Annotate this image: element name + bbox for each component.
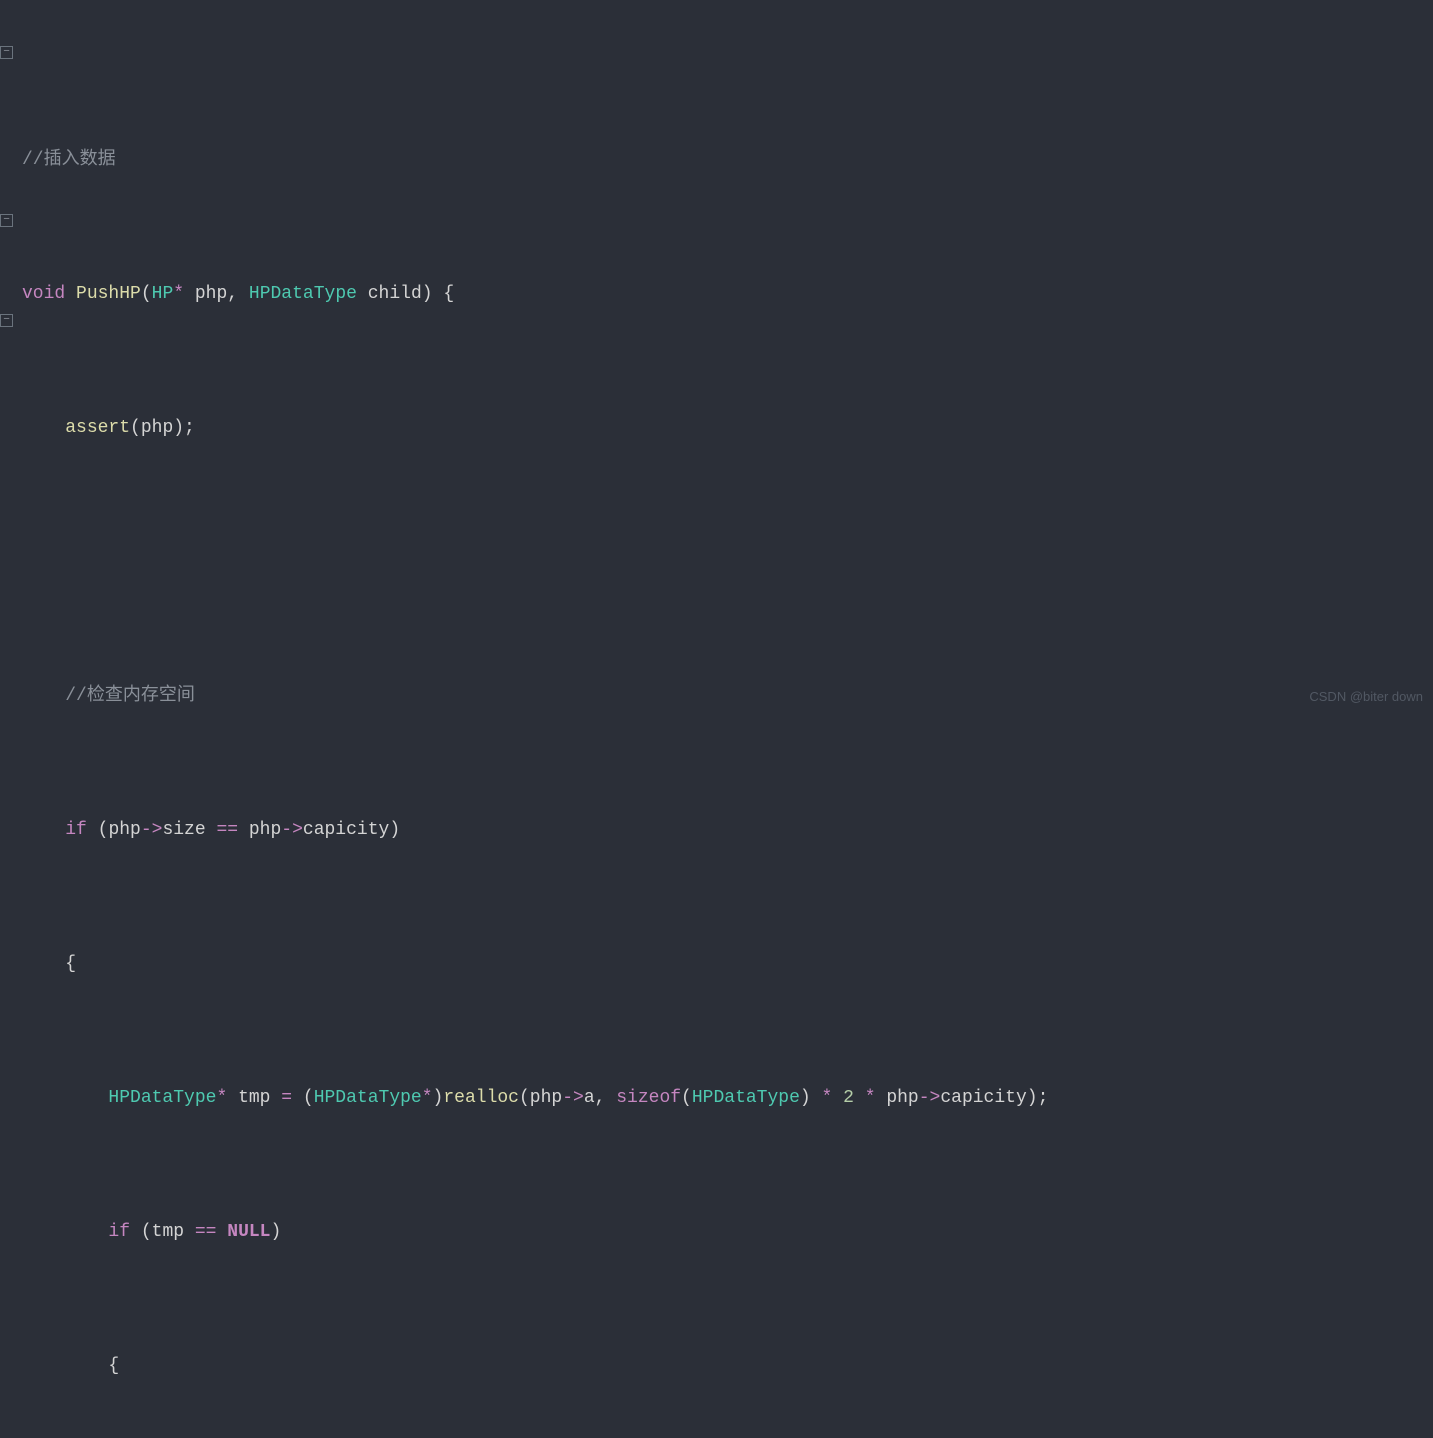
code-line: { xyxy=(0,948,1433,982)
code-line: void PushHP(HP* php, HPDataType child) { xyxy=(0,278,1433,312)
code-line: if (tmp == NULL) xyxy=(0,1216,1433,1250)
code-line: HPDataType* tmp = (HPDataType*)realloc(p… xyxy=(0,1082,1433,1116)
code-editor[interactable]: − − − //插入数据 void PushHP(HP* php, HPData… xyxy=(0,0,1433,1438)
code-line xyxy=(0,546,1433,580)
code-line: assert(php); xyxy=(0,412,1433,446)
code-line: //检查内存空间 xyxy=(0,680,1433,714)
fold-toggle-icon[interactable]: − xyxy=(0,314,13,327)
fold-toggle-icon[interactable]: − xyxy=(0,214,13,227)
code-line: { xyxy=(0,1350,1433,1384)
code-line: //插入数据 xyxy=(0,144,1433,178)
fold-toggle-icon[interactable]: − xyxy=(0,46,13,59)
code-line: if (php->size == php->capicity) xyxy=(0,814,1433,848)
watermark: CSDN @biter down xyxy=(1309,680,1423,714)
